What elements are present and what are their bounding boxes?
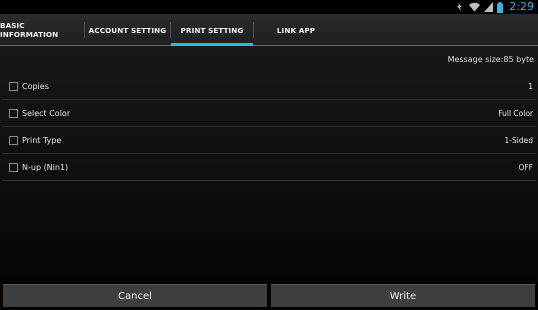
setting-label: Copies [22, 82, 49, 91]
setting-row-print-type[interactable]: Print Type 1-Sided [0, 127, 538, 154]
setting-value: Full Color [498, 109, 533, 118]
setting-row-copies[interactable]: Copies 1 [0, 73, 538, 100]
tab-print-setting[interactable]: PRINT SETTING [171, 14, 253, 46]
tab-account-setting[interactable]: ACCOUNT SETTING [85, 14, 170, 46]
message-size-label: Message size:85 byte [447, 55, 534, 64]
copies-checkbox[interactable] [9, 82, 18, 91]
notification-icon [455, 2, 465, 12]
select-color-checkbox[interactable] [9, 109, 18, 118]
setting-label: Select Color [22, 109, 71, 118]
wifi-icon [469, 2, 481, 12]
tab-basic-information[interactable]: BASIC INFORMATION [0, 14, 84, 46]
setting-row-select-color[interactable]: Select Color Full Color [0, 100, 538, 127]
print-settings-panel: Message size:85 byte Copies 1 Select Col… [0, 46, 538, 282]
button-bar: Cancel Write [0, 282, 538, 310]
setting-value: 1 [528, 82, 533, 91]
tab-bar: BASIC INFORMATION ACCOUNT SETTING PRINT … [0, 14, 538, 46]
setting-row-n-up[interactable]: N-up (Nin1) OFF [0, 154, 538, 181]
setting-label: Print Type [22, 136, 62, 145]
signal-icon [484, 2, 494, 12]
print-type-checkbox[interactable] [9, 136, 18, 145]
setting-value: OFF [518, 163, 533, 172]
clock: 2:29 [509, 0, 534, 13]
tab-link-app[interactable]: LINK APP [254, 14, 338, 46]
battery-icon [497, 1, 504, 13]
row-divider [2, 180, 536, 181]
setting-label: N-up (Nin1) [22, 163, 69, 172]
n-up-checkbox[interactable] [9, 163, 18, 172]
cancel-button[interactable]: Cancel [3, 284, 267, 307]
write-button[interactable]: Write [271, 284, 535, 307]
status-bar: 2:29 [0, 0, 538, 14]
status-icons: 2:29 [455, 0, 534, 14]
setting-value: 1-Sided [504, 136, 533, 145]
